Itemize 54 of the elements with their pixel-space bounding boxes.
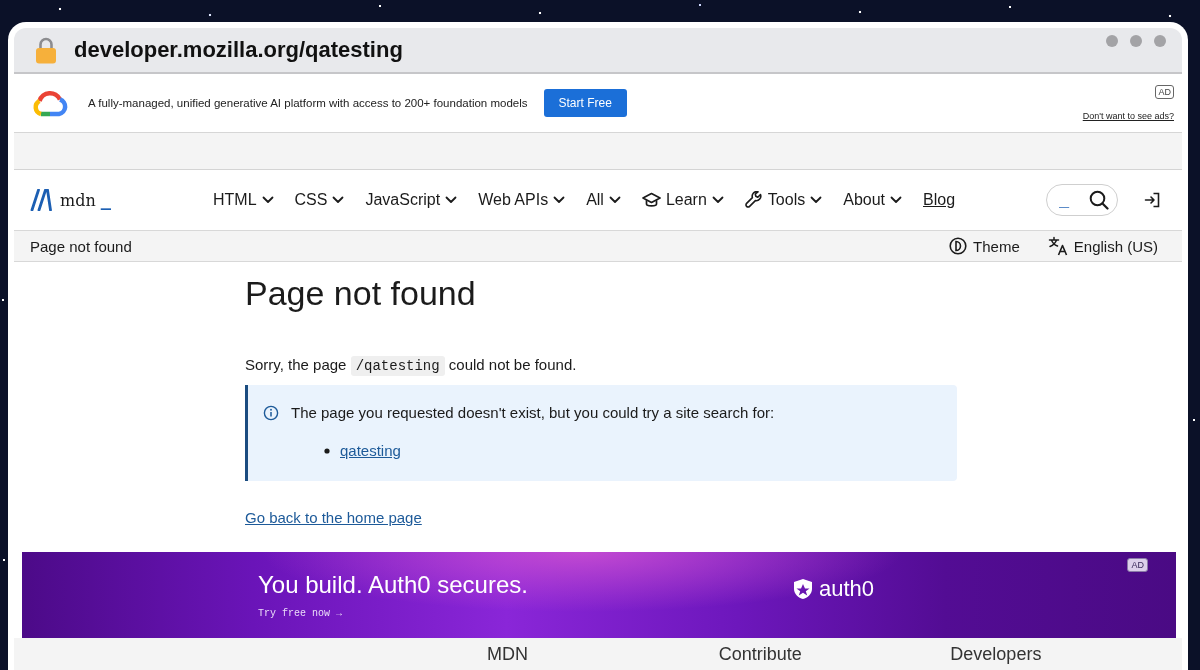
ad-label: AD <box>1155 85 1174 99</box>
search-icon[interactable] <box>1089 190 1109 210</box>
search-field[interactable]: _ <box>1046 184 1118 216</box>
translate-icon <box>1047 236 1068 256</box>
nav-menu-button[interactable]: HTML <box>213 191 274 209</box>
nav-link[interactable]: Blog <box>923 191 956 209</box>
nav-menu-button[interactable]: Tools <box>744 191 823 209</box>
graduation-cap-icon <box>641 192 661 208</box>
try-free-link[interactable]: Try free now → <box>258 608 342 619</box>
no-ads-link[interactable]: Don't want to see ads? <box>1082 111 1174 121</box>
breadcrumb-current: Page not found <box>30 237 132 255</box>
circle-half-icon <box>949 237 968 255</box>
m-logo-icon <box>30 189 54 211</box>
nav-menu-button[interactable]: Web APIs <box>478 191 566 209</box>
page-title: Page not found <box>245 273 477 314</box>
ad-label: AD <box>1127 558 1148 572</box>
callout-text: The page you requested doesn't exist, but you could try a site search for: <box>291 403 775 423</box>
banner-headline: You build. Auth0 secures. <box>258 571 528 599</box>
caret-icon <box>332 196 345 204</box>
home-page-link[interactable]: Go back to the home page <box>245 509 422 526</box>
nav-menu-button[interactable]: CSS <box>294 191 345 209</box>
wrench-icon <box>744 191 763 209</box>
not-found-message: Sorry, the page /qatesting could not be found. <box>245 355 578 377</box>
start-free-button[interactable]: Start Free <box>543 89 627 117</box>
search-suggestion-link[interactable]: qatesting <box>340 441 401 461</box>
footer-heading: Developers <box>950 644 1043 666</box>
mdn-logo-link[interactable]: mdn _ <box>30 189 111 211</box>
caret-icon <box>553 196 566 204</box>
nav-menu-button[interactable]: JavaScript <box>365 191 458 209</box>
shield-icon <box>793 578 813 600</box>
footer-heading: MDN <box>487 644 529 666</box>
bullet-icon <box>324 448 330 454</box>
ad-text: A fully-managed, unified generative AI platform with access to 200+ foundation models <box>88 97 528 109</box>
caret-icon <box>608 196 621 204</box>
nav-menu-button[interactable]: Learn <box>641 191 724 209</box>
caret-icon <box>890 196 902 204</box>
brand-name: auth0 <box>819 576 875 602</box>
address-url[interactable]: developer.mozilla.org/qatesting <box>74 37 403 63</box>
window-dot-icon <box>1154 35 1166 47</box>
theme-button[interactable]: Theme <box>949 236 1020 256</box>
info-icon <box>263 405 279 421</box>
window-dot-icon <box>1130 35 1142 47</box>
enter-arrow-icon[interactable] <box>1144 192 1160 208</box>
lock-icon <box>35 36 57 64</box>
caret-icon <box>445 196 458 204</box>
caret-icon <box>810 196 823 204</box>
caret-icon <box>261 196 274 204</box>
nav-menu-button[interactable]: All <box>586 191 621 209</box>
caret-icon <box>711 196 724 204</box>
footer-heading: Contribute <box>718 644 803 666</box>
auth0-ad-banner[interactable]: You build. Auth0 secures. Try free now → auth0 AD <box>22 552 1176 638</box>
language-button[interactable]: English (US) <box>1047 236 1158 256</box>
window-dot-icon <box>1106 35 1118 47</box>
nav-menu-button[interactable]: About <box>843 191 902 209</box>
